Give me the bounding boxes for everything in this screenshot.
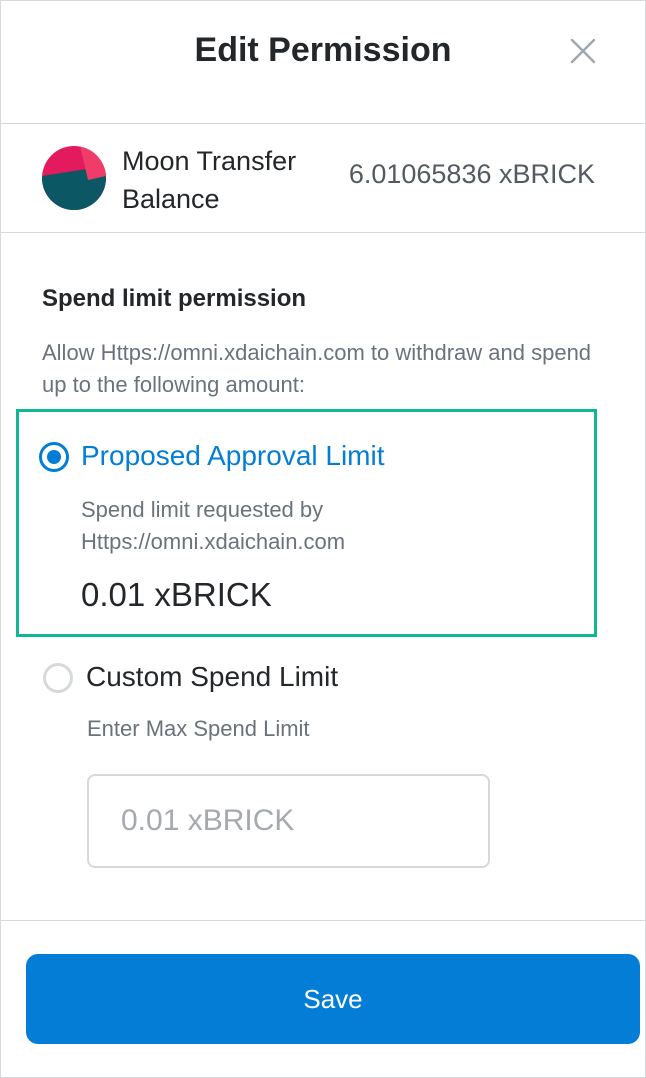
proposed-option-description: Spend limit requested by Https://omni.xd…	[81, 497, 346, 554]
token-balance: 6.01065836 xBRICK	[348, 159, 595, 189]
token-row: Moon Transfer Balance 6.01065836 xBRICK	[1, 124, 645, 233]
proposed-radio[interactable]	[39, 442, 69, 472]
section-title: Spend limit permission	[42, 285, 307, 312]
section-description: Allow Https://omni.xdaichain.com to with…	[42, 340, 592, 397]
proposed-amount: 0.01 xBRICK	[81, 576, 272, 613]
custom-option-label[interactable]: Custom Spend Limit	[86, 661, 338, 693]
page-title: Edit Permission	[194, 31, 452, 69]
custom-option-hint: Enter Max Spend Limit	[87, 716, 310, 741]
proposed-option-label[interactable]: Proposed Approval Limit	[81, 440, 385, 472]
token-name: Moon Transfer Balance	[122, 146, 297, 214]
token-avatar	[42, 146, 106, 210]
save-button[interactable]: Save	[26, 954, 640, 1044]
custom-amount-input[interactable]	[87, 774, 490, 868]
close-icon[interactable]	[567, 35, 599, 67]
custom-radio[interactable]	[43, 663, 73, 693]
dialog-header: Edit Permission	[1, 1, 645, 124]
footer-divider	[1, 920, 645, 921]
